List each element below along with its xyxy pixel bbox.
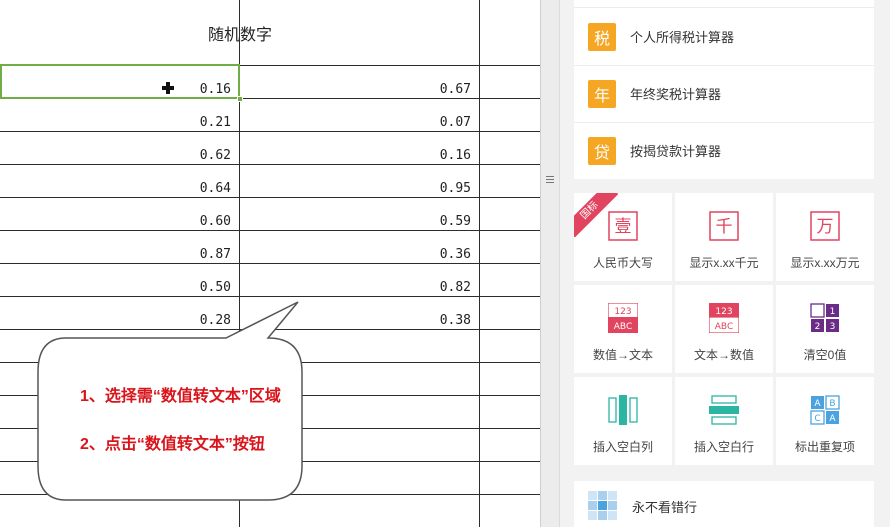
calculator-label: 按揭贷款计算器 <box>630 144 722 159</box>
svg-text:壹: 壹 <box>615 217 632 237</box>
cell-b6[interactable]: 0.36 <box>240 231 479 264</box>
year-icon: 年 <box>588 79 616 108</box>
tile-label: 人民币大写 <box>592 256 653 270</box>
rmb-uppercase-icon: 壹 <box>608 211 638 241</box>
tile-label: 数值→文本 <box>592 348 653 362</box>
number-to-text-icon: 123 ABC <box>608 303 638 333</box>
svg-text:B: B <box>829 399 835 409</box>
cell-a7[interactable]: 0.50 <box>0 264 239 297</box>
tile-label: 文本→数值 <box>693 348 754 362</box>
insert-blank-column-button[interactable]: 插入空白列 <box>574 377 672 465</box>
svg-text:ABC: ABC <box>715 322 733 332</box>
mark-duplicates-icon: A B C A <box>810 395 840 425</box>
spreadsheet-area[interactable]: 随机数字 0.16 0.21 0.62 0.64 0.60 0.87 0.50 … <box>0 0 540 527</box>
text-to-number-button[interactable]: 123 ABC 文本→数值 <box>675 285 773 373</box>
splitter-grip-icon[interactable] <box>546 176 554 186</box>
year-end-bonus-tax-calculator[interactable]: 年 年终奖税计算器 <box>574 65 874 122</box>
tile-label: 显示x.xx万元 <box>790 256 860 270</box>
svg-text:万: 万 <box>817 217 834 237</box>
crosshair-cursor-icon <box>162 82 174 94</box>
cell-b1[interactable]: 0.67 <box>240 66 479 99</box>
insert-column-icon <box>608 395 638 425</box>
calculators-card: 税 个人所得税计算器 年 年终奖税计算器 贷 按揭贷款计算器 <box>574 0 874 179</box>
svg-text:ABC: ABC <box>614 322 632 332</box>
svg-text:A: A <box>814 399 821 409</box>
tools-panel: 税 个人所得税计算器 年 年终奖税计算器 贷 按揭贷款计算器 国标 壹 人民币大… <box>560 0 890 527</box>
cell-b2[interactable]: 0.07 <box>240 99 479 132</box>
tax-icon: 税 <box>588 22 616 51</box>
svg-text:A: A <box>829 414 836 424</box>
fill-handle[interactable] <box>237 96 243 102</box>
svg-text:123: 123 <box>614 307 631 317</box>
row-highlight-icon <box>588 491 617 520</box>
cell-a3[interactable]: 0.62 <box>0 132 239 165</box>
svg-text:千: 千 <box>716 217 733 237</box>
income-tax-calculator[interactable]: 税 个人所得税计算器 <box>574 8 874 65</box>
show-ten-thousand-yuan-button[interactable]: 万 显示x.xx万元 <box>776 193 874 281</box>
thousand-icon: 千 <box>709 211 739 241</box>
tile-label: 标出重复项 <box>794 440 855 454</box>
svg-text:C: C <box>814 414 820 424</box>
cell-b4[interactable]: 0.95 <box>240 165 479 198</box>
mark-duplicates-button[interactable]: A B C A 标出重复项 <box>776 377 874 465</box>
cell-b3[interactable]: 0.16 <box>240 132 479 165</box>
callout-step-2: 2、点击“数值转文本”按钮 <box>80 436 265 453</box>
ten-thousand-icon: 万 <box>810 211 840 241</box>
bottom-item-label: 永不看错行 <box>632 499 698 515</box>
tile-label: 插入空白行 <box>693 440 754 454</box>
svg-text:123: 123 <box>715 307 732 317</box>
tile-label: 插入空白列 <box>592 440 653 454</box>
instruction-callout: 1、选择需“数值转文本”区域 2、点击“数值转文本”按钮 <box>36 300 306 502</box>
calculator-label: 年终奖税计算器 <box>630 87 722 102</box>
text-to-number-icon: 123 ABC <box>709 303 739 333</box>
cell-b7[interactable]: 0.82 <box>240 264 479 297</box>
tile-label: 清空0值 <box>803 348 847 362</box>
insert-row-icon <box>709 395 739 425</box>
cell-b5[interactable]: 0.59 <box>240 198 479 231</box>
column-header-random-numbers: 随机数字 <box>0 0 480 65</box>
loan-icon: 贷 <box>588 136 616 165</box>
mortgage-calculator[interactable]: 贷 按揭贷款计算器 <box>574 122 874 179</box>
callout-step-1: 1、选择需“数值转文本”区域 <box>80 388 281 405</box>
tile-label: 显示x.xx千元 <box>689 256 759 270</box>
cell-a2[interactable]: 0.21 <box>0 99 239 132</box>
svg-text:3: 3 <box>830 322 836 332</box>
active-cell-selection <box>0 64 240 99</box>
row-highlight-button[interactable]: 永不看错行 <box>574 481 874 527</box>
clear-zero-values-button[interactable]: 1 2 3 清空0值 <box>776 285 874 373</box>
calculator-label: 个人所得税计算器 <box>630 30 735 45</box>
cell-a4[interactable]: 0.64 <box>0 165 239 198</box>
cell-a5[interactable]: 0.60 <box>0 198 239 231</box>
insert-blank-row-button[interactable]: 插入空白行 <box>675 377 773 465</box>
show-thousand-yuan-button[interactable]: 千 显示x.xx千元 <box>675 193 773 281</box>
svg-text:1: 1 <box>830 307 836 317</box>
cell-a6[interactable]: 0.87 <box>0 231 239 264</box>
rmb-uppercase-button[interactable]: 国标 壹 人民币大写 <box>574 193 672 281</box>
clear-zero-grid-icon: 1 2 3 <box>810 303 839 332</box>
panel-splitter[interactable] <box>540 0 560 527</box>
svg-text:2: 2 <box>815 322 821 332</box>
number-to-text-button[interactable]: 123 ABC 数值→文本 <box>574 285 672 373</box>
